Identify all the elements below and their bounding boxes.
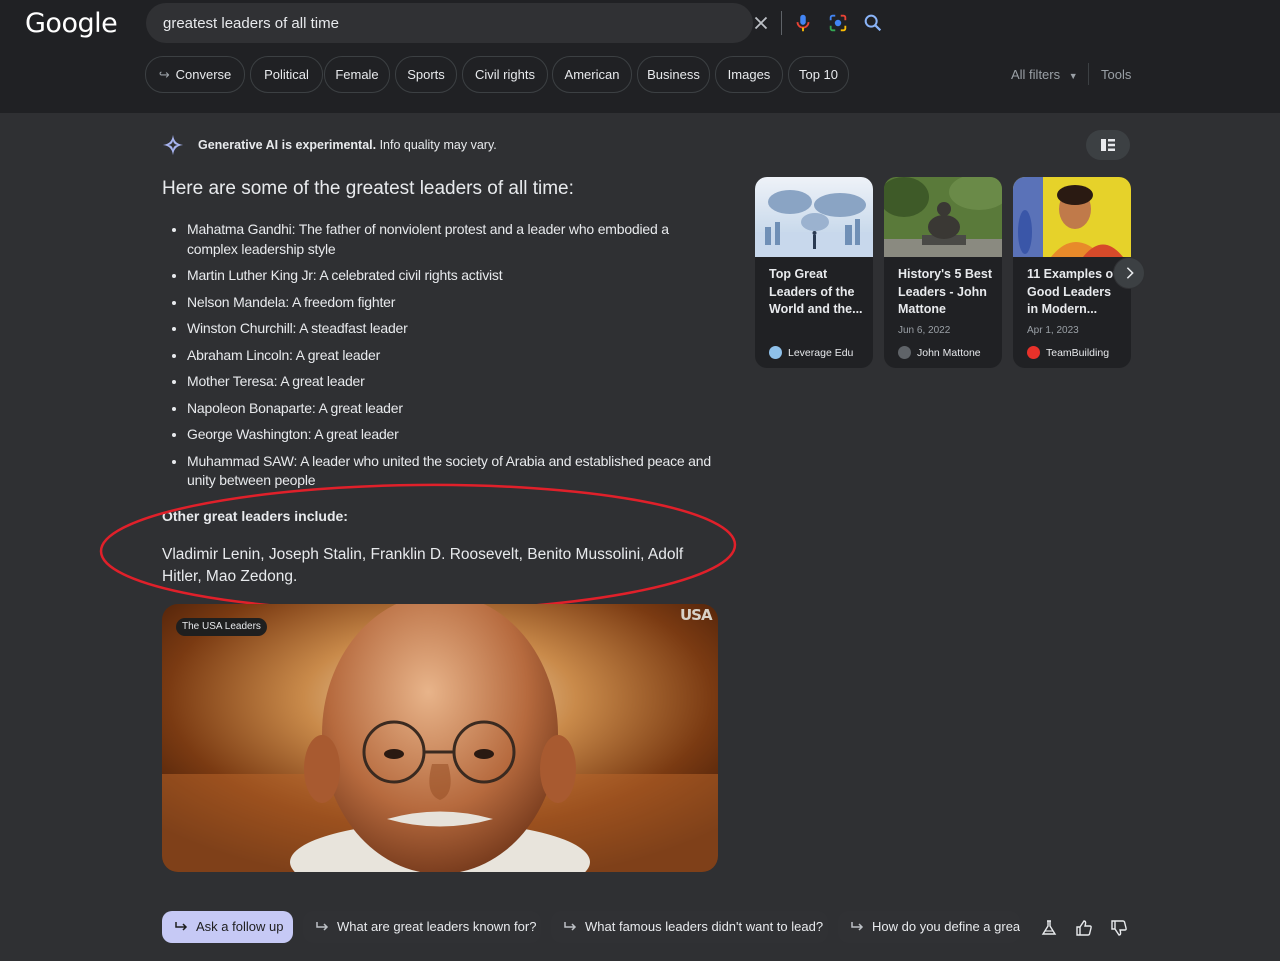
- chip-sports[interactable]: Sports: [395, 56, 457, 93]
- card-title: History's 5 Best Leaders - John Mattone: [898, 267, 992, 316]
- chevron-right-icon: [1126, 267, 1134, 279]
- chip-label: Sports: [407, 67, 445, 82]
- john-mattone-favicon: [898, 346, 911, 359]
- search-box[interactable]: [146, 3, 882, 43]
- card-source: TeamBuilding: [1046, 347, 1110, 359]
- list-item: George Washington: A great leader: [162, 425, 722, 445]
- clear-icon[interactable]: [750, 12, 772, 34]
- chip-label: Converse: [175, 67, 232, 82]
- list-item: Nelson Mandela: A freedom fighter: [162, 293, 722, 313]
- card-source: Leverage Edu: [788, 347, 854, 359]
- cards-next-button[interactable]: [1113, 257, 1145, 289]
- card-thumbnail: [755, 177, 873, 257]
- follow-up-label: What are great leaders known for?: [337, 919, 537, 934]
- layout-icon: [1101, 139, 1115, 151]
- follow-up-label: What famous leaders didn't want to lead?: [585, 919, 824, 934]
- chip-label: Political: [264, 67, 309, 82]
- search-divider: [781, 11, 782, 35]
- suggested-question-button[interactable]: How do you define a great: [838, 911, 1020, 943]
- dropdown-arrow-icon: ▼: [1068, 71, 1078, 81]
- card-date: Apr 1, 2023: [1027, 325, 1079, 336]
- card-thumbnail: [1013, 177, 1131, 257]
- follow-up-label: How do you define a great: [872, 919, 1020, 934]
- card-date: Jun 6, 2022: [898, 325, 951, 336]
- search-icon[interactable]: [862, 12, 884, 34]
- all-filters-button[interactable]: All filters ▼: [1011, 67, 1078, 82]
- list-item: Abraham Lincoln: A great leader: [162, 346, 722, 366]
- search-input[interactable]: [163, 12, 583, 34]
- follow-up-arrow-icon: [175, 922, 188, 931]
- google-logo[interactable]: Google: [25, 8, 118, 39]
- chip-label: Business: [647, 67, 700, 82]
- notice-bold: Generative AI is experimental.: [198, 138, 377, 152]
- thumbs-up-icon[interactable]: [1075, 919, 1093, 937]
- list-item: Martin Luther King Jr: A celebrated civi…: [162, 266, 722, 286]
- annotation-ellipse: [99, 483, 737, 613]
- card-thumbnail: [884, 177, 1002, 257]
- source-card[interactable]: History's 5 Best Leaders - John Mattone …: [884, 177, 1002, 368]
- filters-divider: [1088, 63, 1089, 85]
- ask-follow-up-button[interactable]: Ask a follow up: [162, 911, 293, 943]
- portrait-illustration: [162, 604, 718, 872]
- list-item: Mother Teresa: A great leader: [162, 372, 722, 392]
- chip-business[interactable]: Business: [637, 56, 710, 93]
- chip-female[interactable]: Female: [324, 56, 390, 93]
- hero-image[interactable]: [162, 604, 718, 872]
- card-title: 11 Examples of Good Leaders in Modern...: [1027, 267, 1118, 316]
- flask-icon[interactable]: [1040, 919, 1058, 937]
- list-item: Napoleon Bonaparte: A great leader: [162, 399, 722, 419]
- chip-american[interactable]: American: [552, 56, 632, 93]
- chip-converse[interactable]: ↪ Converse: [145, 56, 245, 93]
- card-source: John Mattone: [917, 347, 981, 359]
- mic-icon[interactable]: [792, 12, 814, 34]
- tools-button[interactable]: Tools: [1101, 67, 1131, 82]
- suggested-question-button[interactable]: What are great leaders known for?: [303, 911, 541, 943]
- chip-top-10[interactable]: Top 10: [788, 56, 849, 93]
- ai-experimental-notice: Generative AI is experimental. Info qual…: [198, 138, 497, 152]
- layout-toggle-button[interactable]: [1086, 130, 1130, 160]
- chip-images[interactable]: Images: [715, 56, 783, 93]
- teambuilding-favicon: [1027, 346, 1040, 359]
- converse-arrow-icon: ↪: [158, 67, 170, 82]
- header: Google ↪ Converse Political Female Sports…: [0, 0, 1280, 113]
- sparkle-icon: [162, 134, 184, 156]
- chip-label: American: [564, 67, 620, 82]
- all-filters-label: All filters: [1011, 67, 1061, 82]
- leverage-edu-favicon: [769, 346, 782, 359]
- source-badge: The USA Leaders: [176, 618, 267, 636]
- list-item: Mahatma Gandhi: The father of nonviolent…: [162, 220, 722, 259]
- source-card[interactable]: Top Great Leaders of the World and the..…: [755, 177, 873, 368]
- leaders-list: Mahatma Gandhi: The father of nonviolent…: [162, 220, 722, 498]
- follow-up-arrow-icon: [564, 922, 577, 931]
- thumbs-down-icon[interactable]: [1110, 919, 1128, 937]
- lens-icon[interactable]: [827, 12, 849, 34]
- watermark-logo: USA: [680, 606, 713, 624]
- chip-label: Female: [335, 67, 379, 82]
- ai-heading: Here are some of the greatest leaders of…: [162, 178, 574, 199]
- follow-up-label: Ask a follow up: [196, 919, 284, 934]
- chip-label: Top 10: [798, 67, 839, 82]
- chip-civil-rights[interactable]: Civil rights: [462, 56, 548, 93]
- follow-up-arrow-icon: [316, 922, 329, 931]
- suggested-question-button[interactable]: What famous leaders didn't want to lead?: [551, 911, 828, 943]
- chip-label: Civil rights: [475, 67, 535, 82]
- list-item: Winston Churchill: A steadfast leader: [162, 319, 722, 339]
- follow-up-arrow-icon: [851, 922, 864, 931]
- chip-label: Images: [727, 67, 771, 82]
- chip-political[interactable]: Political: [250, 56, 323, 93]
- notice-rest: Info quality may vary.: [376, 138, 497, 152]
- card-title: Top Great Leaders of the World and the..…: [769, 267, 863, 316]
